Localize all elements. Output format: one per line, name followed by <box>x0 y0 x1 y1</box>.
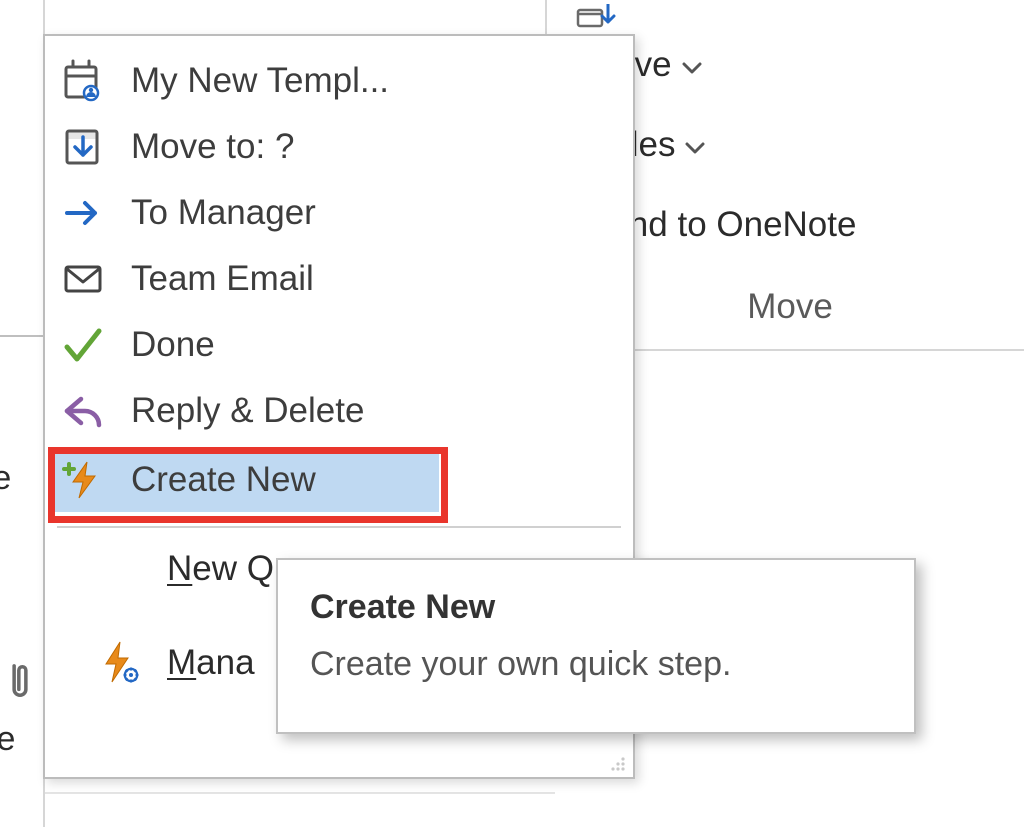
send-to-onenote-button[interactable]: Send to OneNote <box>578 190 1008 260</box>
blank-icon <box>95 545 143 593</box>
quick-step-label: Team Email <box>131 259 314 299</box>
quick-step-item-to-manager[interactable]: To Manager <box>51 180 627 246</box>
quick-step-item-reply-delete[interactable]: Reply & Delete <box>51 378 627 444</box>
quick-step-item-done[interactable]: Done <box>51 312 627 378</box>
resize-grip-icon[interactable] <box>609 755 627 773</box>
chevron-down-icon <box>685 141 705 155</box>
lightning-gear-icon <box>95 639 143 687</box>
gallery-divider <box>57 526 621 528</box>
mail-icon <box>59 255 107 303</box>
quick-step-item-my-new-template[interactable]: My New Templ... <box>51 48 627 114</box>
quick-step-item-team-email[interactable]: Team Email <box>51 246 627 312</box>
quick-step-label: Move to: ? <box>131 127 294 167</box>
tooltip-create-new: Create New Create your own quick step. <box>276 558 916 734</box>
ribbon-divider-bottom <box>45 792 555 794</box>
tooltip-title: Create New <box>310 588 882 627</box>
ribbon-divider-left <box>0 335 45 337</box>
quick-step-label: Reply & Delete <box>131 391 364 431</box>
bg-text-fragment-1: ate <box>0 459 11 498</box>
quickstep-calendar-icon <box>59 57 107 105</box>
quick-step-label: To Manager <box>131 193 316 233</box>
quick-step-label: Done <box>131 325 215 365</box>
reply-icon <box>59 387 107 435</box>
bg-text-fragment-2: ole <box>0 720 15 759</box>
check-icon <box>59 321 107 369</box>
quick-step-label: Create New <box>131 460 316 500</box>
quick-step-item-move-to[interactable]: Move to: ? <box>51 114 627 180</box>
lightning-plus-icon <box>59 456 107 504</box>
chevron-down-icon <box>682 61 702 75</box>
ribbon-group-label-move: Move <box>700 287 880 327</box>
move-to-folder-icon <box>59 123 107 171</box>
tooltip-body: Create your own quick step. <box>310 645 882 684</box>
new-quick-step-label: New Q <box>167 549 274 589</box>
rules-dropdown[interactable]: Rules <box>578 110 1008 180</box>
move-dropdown[interactable]: Move <box>578 30 1008 100</box>
quick-step-label: My New Templ... <box>131 61 389 101</box>
manage-quick-steps-label: Mana <box>167 643 255 683</box>
arrow-right-icon <box>59 189 107 237</box>
paperclip-icon <box>2 660 38 704</box>
quick-step-item-create-new[interactable]: Create New <box>51 448 439 512</box>
